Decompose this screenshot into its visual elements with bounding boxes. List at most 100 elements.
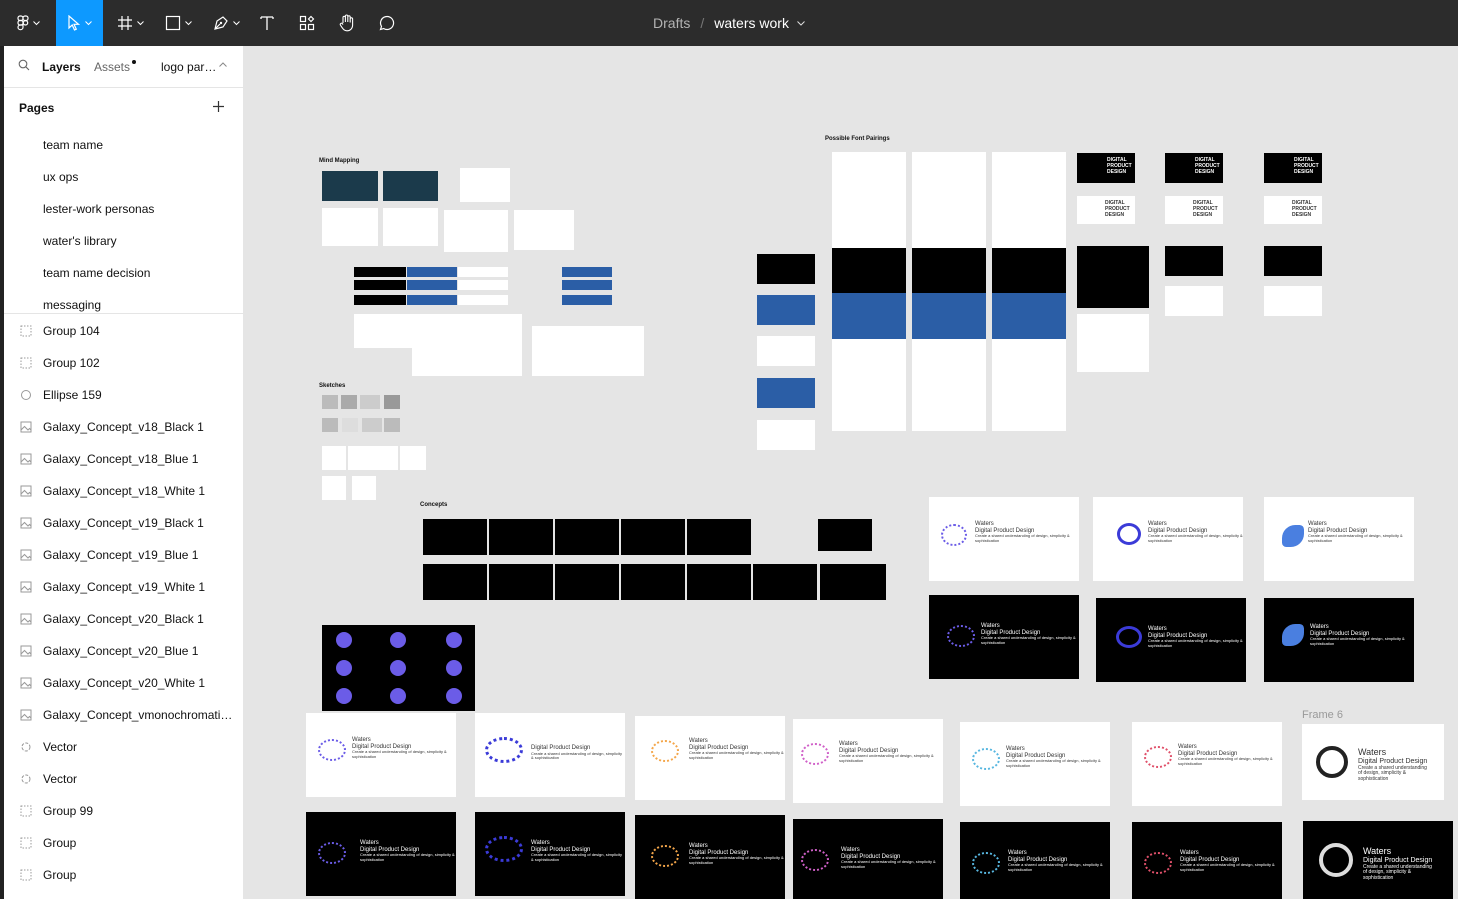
logo-lockup-card[interactable]: Waters Digital Product Design Create a s… bbox=[1132, 722, 1282, 806]
logo-lockup-card[interactable]: Waters Digital Product Design Create a s… bbox=[793, 819, 943, 899]
naming-card[interactable] bbox=[757, 336, 815, 366]
chevron-up-icon[interactable] bbox=[219, 62, 227, 67]
concept-card[interactable] bbox=[818, 519, 872, 551]
pen-tool-button[interactable] bbox=[206, 0, 246, 46]
sketch-thumb[interactable] bbox=[322, 395, 338, 409]
layer-row[interactable]: Galaxy_Concept_v19_White 1 bbox=[4, 571, 243, 603]
logo-lockup-card[interactable]: Waters Digital Product Design Create a s… bbox=[1096, 598, 1246, 682]
sketch-thumb[interactable] bbox=[352, 476, 376, 500]
concept-card[interactable] bbox=[687, 519, 751, 555]
search-icon[interactable] bbox=[18, 59, 30, 71]
layer-row[interactable]: Galaxy_Concept_v18_White 1 bbox=[4, 475, 243, 507]
layer-row[interactable]: Group 104 bbox=[4, 315, 243, 347]
logo-lockup-card[interactable]: Waters Digital Product Design Create a s… bbox=[1264, 497, 1414, 581]
font-pairing-card[interactable] bbox=[912, 293, 986, 339]
font-pairing-card[interactable] bbox=[992, 339, 1066, 431]
naming-strip[interactable] bbox=[407, 267, 457, 277]
naming-strip[interactable] bbox=[354, 295, 406, 305]
dpd-wordmark-card[interactable]: DIGITAL PRODUCT DESIGN bbox=[1264, 196, 1322, 224]
galaxy-grid-frame[interactable] bbox=[322, 625, 475, 711]
sketch-thumb[interactable] bbox=[400, 446, 426, 470]
layer-row[interactable]: Group 99 bbox=[4, 795, 243, 827]
layer-row[interactable]: Galaxy_Concept_v18_Blue 1 bbox=[4, 443, 243, 475]
layer-row[interactable]: Galaxy_Concept_v20_White 1 bbox=[4, 667, 243, 699]
naming-strip[interactable] bbox=[458, 295, 508, 305]
hand-tool-button[interactable] bbox=[334, 0, 360, 46]
breadcrumb-drafts[interactable]: Drafts bbox=[653, 15, 690, 31]
sketch-thumb[interactable] bbox=[341, 395, 357, 409]
font-pairing-card[interactable] bbox=[832, 152, 906, 248]
logo-lockup-card[interactable]: Waters Digital Product Design Create a s… bbox=[1093, 497, 1243, 581]
sketch-thumb[interactable] bbox=[322, 476, 346, 500]
tab-layers[interactable]: Layers bbox=[42, 60, 81, 74]
sketch-thumb[interactable] bbox=[384, 418, 400, 432]
logo-lockup-card[interactable]: Waters Digital Product Design Create a s… bbox=[960, 722, 1110, 806]
logo-lockup-card[interactable]: Waters Digital Product Design Create a s… bbox=[1303, 821, 1453, 899]
move-tool-button[interactable] bbox=[56, 0, 103, 46]
layer-row[interactable]: Group bbox=[4, 859, 243, 891]
naming-card[interactable] bbox=[757, 295, 815, 325]
font-pairing-card[interactable] bbox=[912, 339, 986, 431]
layer-row[interactable]: Galaxy_Concept_v18_Black 1 bbox=[4, 411, 243, 443]
dpd-wordmark-card[interactable] bbox=[1264, 286, 1322, 316]
sketch-thumb[interactable] bbox=[360, 395, 380, 409]
layer-row[interactable]: Galaxy_Concept_v20_Blue 1 bbox=[4, 635, 243, 667]
frame-6-label[interactable]: Frame 6 bbox=[1302, 709, 1343, 721]
frame-tool-button[interactable] bbox=[110, 0, 150, 46]
sketch-thumb[interactable] bbox=[372, 446, 398, 470]
add-page-plus-icon[interactable] bbox=[212, 100, 225, 113]
font-pairing-card[interactable] bbox=[832, 339, 906, 431]
resources-tool-button[interactable] bbox=[294, 0, 320, 46]
page-item-messaging[interactable]: messaging bbox=[43, 298, 101, 312]
layer-row[interactable]: Vector bbox=[4, 763, 243, 795]
naming-strip[interactable] bbox=[354, 267, 406, 277]
logo-lockup-card[interactable]: Waters Digital Product Design Create a s… bbox=[1264, 598, 1414, 682]
mind-map-sketch[interactable] bbox=[444, 210, 508, 252]
layer-row[interactable]: Group bbox=[4, 827, 243, 859]
page-item-lester-work-personas[interactable]: lester-work personas bbox=[43, 202, 154, 216]
dpd-wordmark-card[interactable]: DIGITAL PRODUCT DESIGN bbox=[1077, 153, 1135, 183]
design-canvas[interactable]: Mind Mapping Sketches Concepts Possible … bbox=[244, 46, 1458, 899]
logo-lockup-card[interactable]: Waters Digital Product Design Create a s… bbox=[635, 716, 785, 800]
concept-card[interactable] bbox=[820, 564, 886, 600]
layer-row[interactable]: Ellipse 159 bbox=[4, 379, 243, 411]
font-pairing-card[interactable] bbox=[992, 152, 1066, 248]
dpd-wordmark-card[interactable] bbox=[1264, 246, 1322, 276]
logo-lockup-card[interactable]: Waters Digital Product Design Create a s… bbox=[306, 713, 456, 797]
page-item-waters-library[interactable]: water's library bbox=[43, 234, 117, 248]
sketch-thumb[interactable] bbox=[322, 446, 346, 470]
layer-row[interactable]: Galaxy_Concept_vmonochromatic… bbox=[4, 699, 243, 731]
logo-lockup-card[interactable]: Waters Digital Product Design Create a s… bbox=[635, 815, 785, 899]
mind-map-board[interactable] bbox=[383, 171, 438, 201]
layer-row[interactable]: Galaxy_Concept_v20_Black 1 bbox=[4, 603, 243, 635]
main-menu-button[interactable] bbox=[8, 0, 48, 46]
dpd-wordmark-card[interactable]: DIGITAL PRODUCT DESIGN bbox=[1077, 196, 1135, 224]
brand-logos-board[interactable] bbox=[412, 314, 522, 376]
file-name[interactable]: waters work bbox=[714, 15, 789, 31]
dpd-wordmark-card[interactable]: DIGITAL PRODUCT DESIGN bbox=[1165, 196, 1223, 224]
mind-map-sketch[interactable] bbox=[322, 208, 378, 246]
sketch-thumb[interactable] bbox=[384, 395, 400, 409]
dpd-wordmark-card[interactable] bbox=[1077, 246, 1149, 308]
naming-strip[interactable] bbox=[407, 280, 457, 290]
logo-lockup-card[interactable]: Waters Digital Product Design Create a s… bbox=[306, 812, 456, 896]
font-pairing-card[interactable] bbox=[912, 152, 986, 248]
font-pairing-card[interactable] bbox=[832, 248, 906, 293]
layer-row[interactable]: Galaxy_Concept_v19_Blue 1 bbox=[4, 539, 243, 571]
mind-map-template[interactable] bbox=[460, 168, 510, 202]
text-tool-button[interactable] bbox=[254, 0, 280, 46]
naming-strip[interactable] bbox=[562, 295, 612, 305]
shape-meaning-board[interactable] bbox=[532, 326, 644, 376]
concept-card[interactable] bbox=[621, 564, 685, 600]
frame-6-card[interactable]: Waters Digital Product Design Create a s… bbox=[1302, 724, 1444, 800]
logo-lockup-card[interactable]: Waters Digital Product Design Create a s… bbox=[929, 497, 1079, 581]
concept-card[interactable] bbox=[555, 519, 619, 555]
page-switcher[interactable]: logo par… bbox=[161, 60, 216, 74]
naming-strip[interactable] bbox=[407, 295, 457, 305]
page-item-team-name[interactable]: team name bbox=[43, 138, 103, 152]
sketch-thumb[interactable] bbox=[342, 418, 358, 432]
layer-row[interactable]: Vector bbox=[4, 731, 243, 763]
naming-strip[interactable] bbox=[562, 280, 612, 290]
mind-map-board[interactable] bbox=[322, 171, 378, 201]
naming-strip[interactable] bbox=[562, 267, 612, 277]
